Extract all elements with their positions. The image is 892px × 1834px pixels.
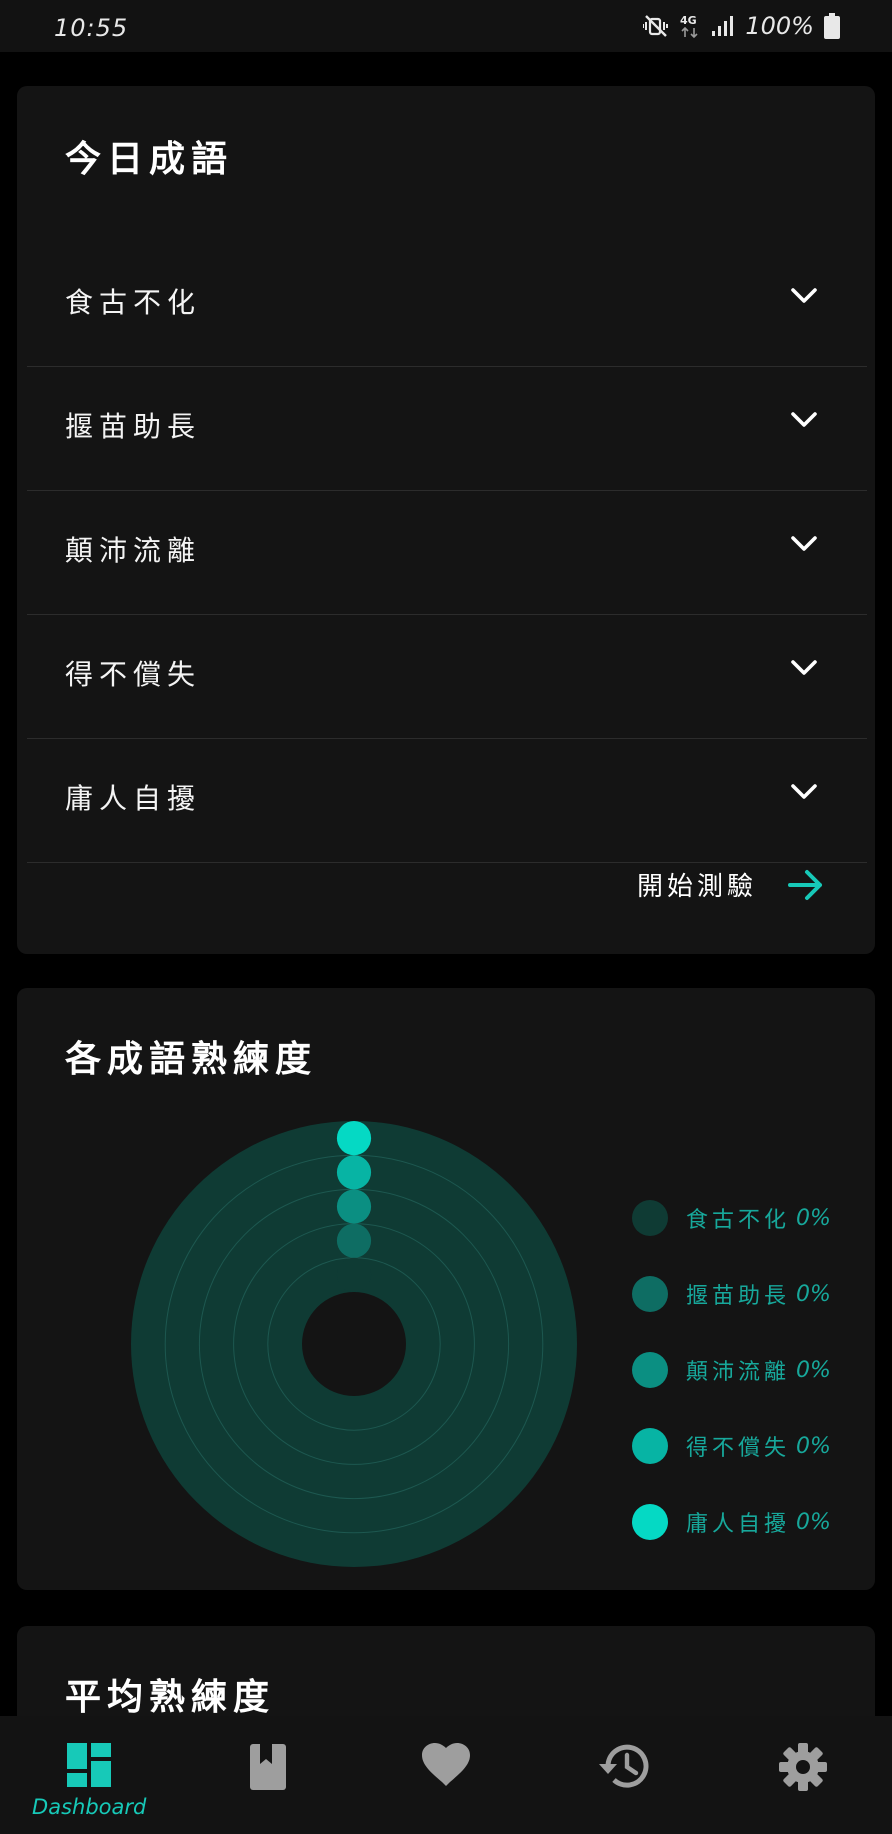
chevron-down-icon[interactable]: [789, 409, 819, 431]
idiom-label: 得不償失: [65, 658, 202, 691]
battery-icon: [824, 13, 840, 39]
idiom-item[interactable]: 揠苗助長: [27, 367, 867, 491]
progress-dot: [336, 1155, 372, 1190]
start-quiz-button[interactable]: 開始測驗: [637, 866, 825, 903]
proficiency-title: 各成語熟練度: [65, 1039, 318, 1080]
legend-item: 得不償失 0%: [632, 1408, 831, 1484]
network-4g-icon: 4G: [679, 12, 701, 40]
status-icons: 4G 100%: [643, 12, 840, 40]
battery-percent: 100%: [745, 12, 814, 40]
mute-vibrate-icon: [643, 13, 669, 39]
progress-dot: [336, 1189, 372, 1224]
legend-label: 顛沛流離: [686, 1360, 791, 1385]
signal-icon: [711, 14, 735, 38]
legend-dot: [632, 1200, 668, 1236]
nav-history[interactable]: [535, 1716, 713, 1834]
idiom-list: 食古不化 揠苗助長 顛沛流離 得不償失 庸人自擾: [27, 243, 867, 863]
donut-hole: [302, 1292, 406, 1396]
settings-icon: [778, 1743, 827, 1791]
legend-label: 得不償失: [686, 1436, 791, 1461]
legend-value: 0%: [796, 1433, 831, 1459]
idiom-label: 食古不化: [65, 286, 202, 319]
legend-value: 0%: [796, 1509, 831, 1535]
legend-dot: [632, 1504, 668, 1540]
idiom-label: 庸人自擾: [65, 782, 202, 815]
idiom-label: 揠苗助長: [65, 410, 202, 443]
arrow-right-icon: [788, 869, 822, 900]
legend-label: 揠苗助長: [686, 1284, 791, 1309]
today-idioms-card: 今日成語 食古不化 揠苗助長 顛沛流離 得不償失 庸人自擾 開始測驗: [17, 86, 875, 954]
progress-dot: [336, 1223, 372, 1258]
average-title: 平均熟練度: [65, 1677, 276, 1718]
dashboard-icon: [67, 1743, 112, 1787]
status-bar: 10:55 4G 100%: [0, 0, 892, 52]
chevron-down-icon[interactable]: [789, 285, 819, 307]
legend-value: 0%: [796, 1205, 831, 1231]
idiom-item[interactable]: 庸人自擾: [27, 739, 867, 863]
chart-legend: 食古不化 0% 揠苗助長 0% 顛沛流離 0% 得不償失 0% 庸人自擾 0%: [632, 1180, 831, 1560]
nav-settings[interactable]: [714, 1716, 892, 1834]
legend-dot: [632, 1276, 668, 1312]
progress-dot: [336, 1257, 372, 1292]
idiom-item[interactable]: 得不償失: [27, 615, 867, 739]
chevron-down-icon[interactable]: [789, 533, 819, 555]
legend-item: 庸人自擾 0%: [632, 1484, 831, 1560]
nav-dashboard[interactable]: Dashboard: [0, 1716, 178, 1834]
legend-item: 揠苗助長 0%: [632, 1256, 831, 1332]
bottom-nav: Dashboard: [0, 1716, 892, 1834]
legend-dot: [632, 1428, 668, 1464]
legend-item: 顛沛流離 0%: [632, 1332, 831, 1408]
legend-label: 庸人自擾: [686, 1512, 791, 1537]
today-idioms-title: 今日成語: [65, 139, 234, 180]
status-time: 10:55: [54, 14, 129, 42]
start-quiz-label: 開始測驗: [636, 872, 757, 902]
idiom-label: 顛沛流離: [65, 534, 202, 567]
nav-book[interactable]: [178, 1716, 356, 1834]
progress-dot: [336, 1121, 372, 1156]
nav-label: Dashboard: [32, 1795, 147, 1819]
idiom-item[interactable]: 食古不化: [27, 243, 867, 367]
idiom-item[interactable]: 顛沛流離: [27, 491, 867, 615]
legend-label: 食古不化: [686, 1208, 791, 1233]
proficiency-radial-chart: [131, 1121, 577, 1567]
legend-dot: [632, 1352, 668, 1388]
proficiency-card: 各成語熟練度 食古不化 0% 揠苗助長 0% 顛沛流離 0% 得不償失 0% 庸人自擾 0%: [17, 988, 875, 1590]
legend-value: 0%: [796, 1281, 831, 1307]
legend-value: 0%: [796, 1357, 831, 1383]
heart-icon: [422, 1743, 471, 1786]
chevron-down-icon[interactable]: [789, 781, 819, 803]
history-icon: [599, 1744, 649, 1788]
svg-text:4G: 4G: [680, 14, 697, 27]
chevron-down-icon[interactable]: [789, 657, 819, 679]
book-icon: [249, 1744, 286, 1790]
nav-favorites[interactable]: [357, 1716, 535, 1834]
legend-item: 食古不化 0%: [632, 1180, 831, 1256]
